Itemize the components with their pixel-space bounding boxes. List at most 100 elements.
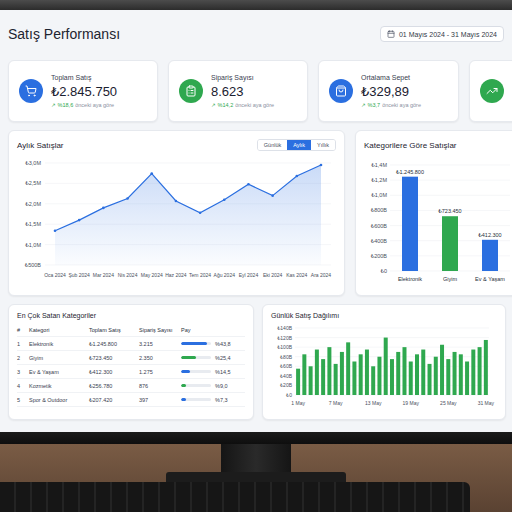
y-tick: ₺1,2M	[371, 177, 387, 183]
share-track	[181, 370, 211, 373]
period-button[interactable]: Aylık	[287, 140, 311, 150]
grid-line	[295, 337, 489, 338]
period-button[interactable]: Günlük	[258, 140, 287, 150]
grid-line	[390, 165, 510, 166]
table-row[interactable]: 5Spor & Outdoor₺207.420397%7,3	[17, 393, 245, 407]
bar-value: ₺412.300	[478, 232, 501, 238]
daily-bar[interactable]	[484, 340, 488, 395]
x-tick: Eki 2024	[263, 272, 283, 278]
sales-cell: ₺412.300	[89, 369, 139, 375]
trend-arrow: ↗	[211, 102, 216, 108]
daily-bar[interactable]	[346, 342, 350, 395]
line-point[interactable]	[271, 194, 274, 197]
daily-bar[interactable]	[315, 350, 319, 395]
y-tick: ₺500B	[25, 262, 42, 268]
daily-bar[interactable]	[415, 354, 419, 395]
daily-bar[interactable]	[409, 362, 413, 396]
line-point[interactable]	[223, 198, 226, 201]
trend-chart-icon	[486, 85, 498, 97]
x-tick: Tem 2024	[189, 272, 211, 278]
daily-bar[interactable]	[340, 352, 344, 395]
line-point[interactable]	[78, 219, 81, 222]
daily-bar[interactable]	[390, 359, 394, 395]
y-tick: ₺80B	[280, 354, 293, 360]
daily-bar[interactable]	[471, 350, 475, 395]
daily-bar[interactable]	[465, 362, 469, 396]
category-bar[interactable]	[402, 177, 418, 271]
category-cell: Giyim	[29, 355, 89, 361]
y-tick: ₺20B	[280, 382, 293, 388]
daily-bar[interactable]	[440, 345, 444, 395]
card-head: Aylık SatışlarGünlükAylıkYıllık	[17, 139, 336, 151]
line-point[interactable]	[296, 175, 299, 178]
orders-cell: 2.350	[139, 355, 181, 361]
y-tick: ₺2,5M	[25, 180, 41, 186]
daily-bar[interactable]	[396, 352, 400, 395]
rank-cell: 5	[17, 397, 29, 403]
cart-icon	[25, 85, 37, 97]
daily-bar[interactable]	[377, 357, 381, 395]
monitor-bezel	[0, 432, 512, 444]
kpi-delta: ↗%3,7önceki aya göre	[361, 102, 421, 108]
daily-bar[interactable]	[371, 366, 375, 395]
table-row[interactable]: 2Giyim₺723.4502.350%25,4	[17, 351, 245, 365]
table-row[interactable]: 3Ev & Yaşam₺412.3001.275%14,5	[17, 365, 245, 379]
table-header: #KategoriToplam SatışSipariş SayısıPay	[17, 323, 245, 337]
daily-bar[interactable]	[365, 350, 369, 395]
rank-cell: 2	[17, 355, 29, 361]
date-range-picker[interactable]: 01 Mayıs 2024 - 31 Mayıs 2024	[380, 26, 504, 42]
daily-bar[interactable]	[321, 359, 325, 395]
period-toggle: GünlükAylıkYıllık	[257, 139, 336, 151]
line-point[interactable]	[320, 164, 323, 167]
category-bar-chart: ₺1,4M₺1,2M₺1,0M₺800B₺600B₺400B₺200B₺0₺1.…	[364, 155, 512, 287]
bar-label: Ev & Yaşam	[475, 276, 505, 282]
x-tick: Ara 2024	[311, 272, 332, 278]
line-point[interactable]	[102, 207, 105, 210]
share-track	[181, 384, 211, 387]
kpi-row: Toplam Satış₺2.845.750↗%18,6önceki aya g…	[8, 60, 512, 122]
line-point[interactable]	[126, 197, 129, 200]
category-cell: Elektronik	[29, 341, 89, 347]
x-tick: 13 May	[365, 400, 382, 406]
monthly-line-chart: ₺3,0M₺2,5M₺2,0M₺1,5M₺1,0M₺500BOca 2024Şu…	[17, 155, 338, 285]
category-bar[interactable]	[482, 240, 498, 271]
daily-bar[interactable]	[327, 347, 331, 395]
category-cell: Ev & Yaşam	[29, 369, 89, 375]
card-head: Kategorilere Göre Satışlar	[364, 139, 512, 151]
daily-bar[interactable]	[296, 369, 300, 395]
sales-cell: ₺207.420	[89, 397, 139, 403]
daily-bar[interactable]	[478, 347, 482, 395]
daily-bar[interactable]	[453, 352, 457, 395]
period-button[interactable]: Yıllık	[311, 140, 335, 150]
x-tick: Haz 2024	[165, 272, 187, 278]
category-bar[interactable]	[442, 216, 458, 271]
y-tick: ₺1,4M	[371, 162, 387, 168]
line-point[interactable]	[247, 183, 250, 186]
x-tick: 19 May	[403, 400, 420, 406]
daily-bar[interactable]	[302, 354, 306, 395]
table-row[interactable]: 4Kozmetik₺256.780876%9,0	[17, 379, 245, 393]
daily-bar[interactable]	[334, 364, 338, 395]
daily-bar[interactable]	[309, 366, 313, 395]
daily-bar[interactable]	[434, 357, 438, 395]
daily-bar[interactable]	[352, 362, 356, 396]
daily-bar[interactable]	[359, 354, 363, 395]
line-point[interactable]	[199, 211, 202, 214]
daily-bar[interactable]	[428, 364, 432, 395]
sales-line	[55, 165, 321, 231]
daily-bar[interactable]	[446, 359, 450, 395]
share-cell: %9,0	[181, 383, 245, 389]
daily-bar[interactable]	[384, 338, 388, 395]
daily-bar[interactable]	[421, 350, 425, 395]
table-row[interactable]: 1Elektronik₺1.245.8003.215%43,8	[17, 337, 245, 351]
category-cell: Kozmetik	[29, 383, 89, 389]
line-point[interactable]	[54, 229, 57, 232]
line-point[interactable]	[175, 200, 178, 203]
x-tick: Ağu 2024	[214, 272, 236, 278]
line-point[interactable]	[150, 172, 153, 175]
date-range: 01 Mayıs 2024 - 31 Mayıs 2024	[399, 31, 497, 38]
delta-note: önceki aya göre	[75, 102, 114, 108]
daily-bar[interactable]	[402, 347, 406, 395]
daily-bar[interactable]	[459, 354, 463, 395]
x-tick: Şub 2024	[68, 272, 90, 278]
